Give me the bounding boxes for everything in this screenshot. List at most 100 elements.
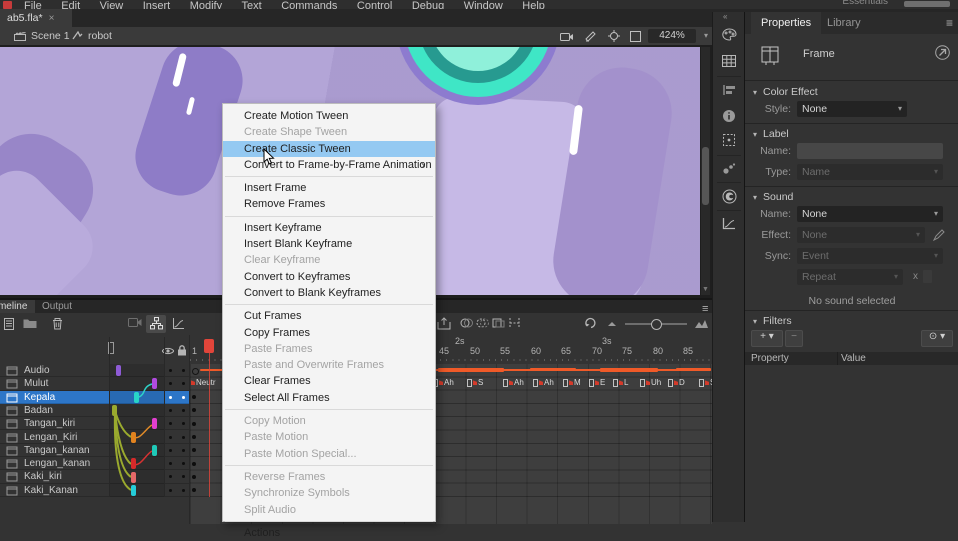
new-folder-icon[interactable] xyxy=(23,317,37,329)
menu-item-create-motion-tween[interactable]: Create Motion Tween xyxy=(223,108,435,124)
menu-view[interactable]: View xyxy=(100,0,124,9)
style-select[interactable]: None xyxy=(797,101,907,117)
parent-bar-mulut[interactable] xyxy=(152,378,157,389)
timeline-zoom-max-icon[interactable] xyxy=(694,317,709,329)
swatches-panel-icon[interactable] xyxy=(722,55,736,67)
clip-content-icon[interactable] xyxy=(630,31,641,42)
camera-icon[interactable] xyxy=(560,32,573,41)
lipsync-keyframe[interactable]: Neutr xyxy=(191,378,221,389)
add-filter-button[interactable]: + ▾ xyxy=(751,330,783,347)
transform-panel-icon[interactable] xyxy=(722,133,736,147)
history-graph-panel-icon[interactable] xyxy=(722,217,736,230)
lipsync-keyframe[interactable]: Ah xyxy=(503,378,524,389)
lipsync-keyframe[interactable]: Uh xyxy=(640,378,661,389)
menu-item-clear-frames[interactable]: Clear Frames xyxy=(223,373,435,389)
breadcrumb-symbol[interactable]: robot xyxy=(88,27,112,45)
breadcrumb-scene[interactable]: Scene 1 xyxy=(31,27,70,45)
menu-item-convert-to-blank-keyframes[interactable]: Convert to Blank Keyframes xyxy=(223,285,435,301)
scroll-down-icon[interactable]: ▼ xyxy=(702,286,709,293)
new-layer-icon[interactable] xyxy=(3,317,16,330)
section-label[interactable]: Label xyxy=(753,128,789,140)
parent-bar-kepala[interactable] xyxy=(134,392,139,403)
frame-step-icon[interactable] xyxy=(607,321,617,327)
timeline-zoom-knob[interactable] xyxy=(651,319,662,330)
parent-bar-tangan-kanan[interactable] xyxy=(152,445,157,456)
section-color-effect[interactable]: Color Effect xyxy=(753,86,818,98)
lipsync-keyframe[interactable]: S xyxy=(467,378,483,389)
menu-item-convert-to-keyframes[interactable]: Convert to Keyframes xyxy=(223,269,435,285)
menu-item-remove-frames[interactable]: Remove Frames xyxy=(223,196,435,212)
search-input[interactable] xyxy=(904,1,950,7)
menu-file[interactable]: File xyxy=(24,0,42,9)
remove-filter-button[interactable]: − xyxy=(785,330,803,347)
menu-item-copy-frames[interactable]: Copy Frames xyxy=(223,325,435,341)
menu-help[interactable]: Help xyxy=(522,0,545,9)
onion-skin-icon[interactable] xyxy=(460,317,473,329)
stage-zoom-select[interactable]: 424% xyxy=(648,29,696,43)
stage-vertical-scrollbar[interactable]: ▼ xyxy=(701,47,710,295)
color-panel-icon[interactable] xyxy=(722,28,737,41)
menu-item-select-all-frames[interactable]: Select All Frames xyxy=(223,390,435,406)
workspace-switcher[interactable]: Essentials xyxy=(842,0,888,7)
document-tab[interactable]: ab5.fla* xyxy=(0,9,72,27)
playhead[interactable] xyxy=(204,339,214,353)
tab-library[interactable]: Library xyxy=(817,12,871,34)
brush-library-panel-icon[interactable] xyxy=(722,162,736,175)
filter-options-button[interactable]: ⊙ ▾ xyxy=(921,330,953,347)
close-icon[interactable] xyxy=(43,12,55,24)
menu-modify[interactable]: Modify xyxy=(190,0,222,9)
section-sound[interactable]: Sound xyxy=(753,191,793,203)
menu-control[interactable]: Control xyxy=(357,0,392,9)
parent-bar-tangan-kiri[interactable] xyxy=(152,418,157,429)
camera-layer-icon[interactable] xyxy=(128,317,142,327)
center-stage-icon[interactable] xyxy=(608,30,620,42)
lipsync-keyframe[interactable]: Ah xyxy=(433,378,454,389)
tab-properties[interactable]: Properties xyxy=(751,12,821,34)
menu-text[interactable]: Text xyxy=(242,0,262,9)
panel-menu-icon[interactable]: ≡ xyxy=(946,16,953,30)
menu-insert[interactable]: Insert xyxy=(143,0,171,9)
accessibility-icon[interactable] xyxy=(935,45,950,60)
parent-bar-audio[interactable] xyxy=(116,365,121,376)
edit-symbols-icon[interactable] xyxy=(585,31,596,42)
edit-multiple-frames-icon[interactable] xyxy=(492,317,505,329)
modify-markers-icon[interactable] xyxy=(508,317,521,329)
lipsync-keyframe[interactable]: D xyxy=(668,378,685,389)
label-name-input[interactable] xyxy=(797,143,943,159)
lipsync-keyframe[interactable]: Ah xyxy=(533,378,554,389)
section-filters[interactable]: Filters xyxy=(753,315,792,327)
align-panel-icon[interactable] xyxy=(722,84,736,96)
graph-editor-icon[interactable] xyxy=(172,317,185,330)
collapse-panels-icon[interactable]: « xyxy=(723,12,727,21)
menu-item-insert-frame[interactable]: Insert Frame xyxy=(223,180,435,196)
export-frames-icon[interactable] xyxy=(437,317,451,330)
menu-debug[interactable]: Debug xyxy=(412,0,444,9)
lipsync-keyframe[interactable]: M xyxy=(563,378,581,389)
scrollbar-thumb[interactable] xyxy=(702,147,709,205)
menu-item-convert-frame-by-frame[interactable]: Convert to Frame-by-Frame Animation xyxy=(223,157,435,173)
menu-window[interactable]: Window xyxy=(464,0,503,9)
tab-timeline[interactable]: Timeline xyxy=(0,300,35,313)
parent-bar-lengan-kiri[interactable] xyxy=(131,432,136,443)
menu-item-insert-keyframe[interactable]: Insert Keyframe xyxy=(223,220,435,236)
parent-bar-kaki-kanan[interactable] xyxy=(131,485,136,496)
loop-playback-icon[interactable] xyxy=(584,317,598,330)
parent-bar-badan[interactable] xyxy=(112,405,117,416)
lock-icon[interactable] xyxy=(177,345,187,356)
parent-bar-lengan-kanan[interactable] xyxy=(131,458,136,469)
menu-item-actions[interactable]: Actions xyxy=(223,525,435,541)
lipsync-keyframe[interactable]: E xyxy=(589,378,605,389)
sound-name-select[interactable]: None xyxy=(797,206,943,222)
menu-item-cut-frames[interactable]: Cut Frames xyxy=(223,308,435,324)
cc-libraries-panel-icon[interactable] xyxy=(722,189,737,204)
tab-output[interactable]: Output xyxy=(34,300,80,313)
info-panel-icon[interactable] xyxy=(722,109,736,123)
delete-layer-icon[interactable] xyxy=(52,317,63,330)
lipsync-keyframe[interactable]: L xyxy=(613,378,628,389)
menu-edit[interactable]: Edit xyxy=(61,0,80,9)
onion-skin-outlines-icon[interactable] xyxy=(476,317,489,329)
menu-commands[interactable]: Commands xyxy=(281,0,337,9)
parent-bar-kaki-kiri[interactable] xyxy=(131,472,136,483)
menu-item-insert-blank-keyframe[interactable]: Insert Blank Keyframe xyxy=(223,236,435,252)
menu-item-create-classic-tween[interactable]: Create Classic Tween xyxy=(223,141,435,157)
